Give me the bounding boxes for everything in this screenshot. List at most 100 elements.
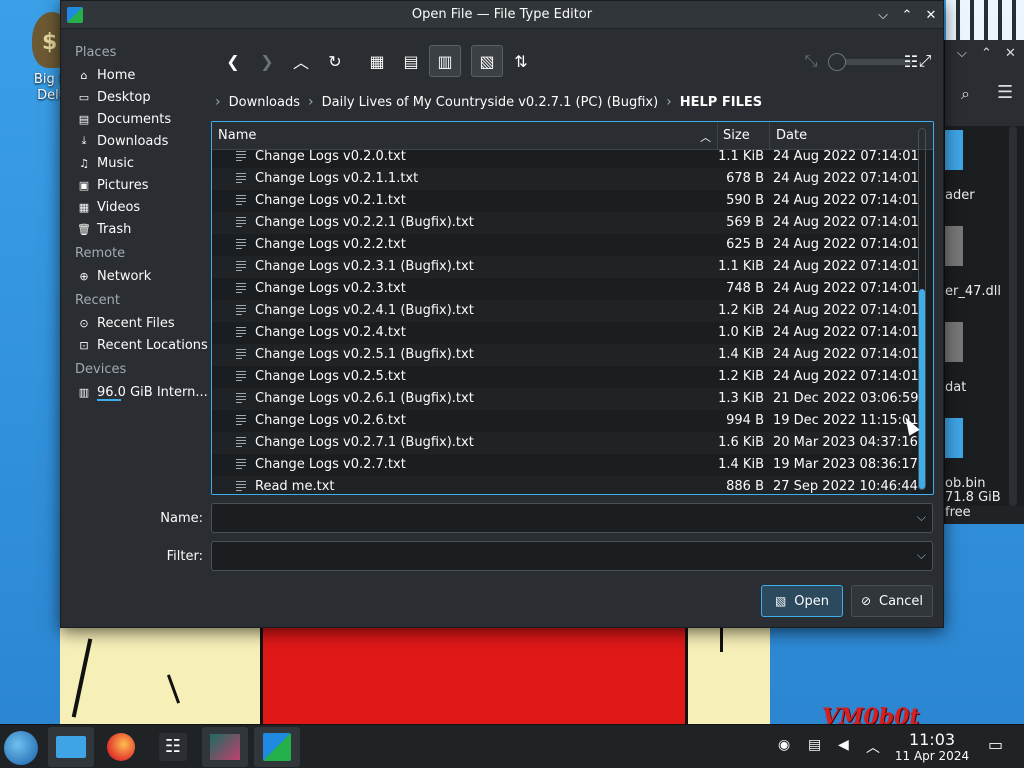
file-size: 590 B [726,193,764,208]
file-list[interactable]: Change Logs v0.2.0.txt 1.1 KiB 24 Aug 2022… [211,121,934,495]
show-desktop-icon[interactable]: ▭ [988,735,1003,754]
file-row[interactable]: Change Logs v0.2.6.txt 994 B 19 Dec 2022 1… [212,410,919,432]
file-row[interactable]: Change Logs v0.2.7.txt 1.4 KiB 19 Mar 2023… [212,454,918,476]
file-row[interactable]: Change Logs v0.2.1.1.txt 678 B 24 Aug 2022… [212,168,919,190]
file-label[interactable]: ob.bin [945,476,1005,491]
chevron-down-icon[interactable]: ⌵ [917,548,926,563]
text-file-icon [236,437,246,448]
preview-button[interactable]: ▧ [471,45,503,77]
file-row[interactable]: Change Logs v0.2.2.1 (Bugfix).txt 569 B 24… [212,212,919,234]
vertical-scrollbar[interactable] [918,128,926,490]
chevron-down-icon[interactable]: ⌵ [957,46,967,61]
zoom-out-button[interactable]: ⤡ [795,45,827,77]
network-status-icon[interactable]: ◉ [778,737,790,753]
file-row[interactable]: Change Logs v0.2.4.txt 1.0 KiB 24 Aug 2022… [212,322,919,344]
scrollbar-thumb[interactable] [919,289,925,489]
slider-handle[interactable] [828,53,846,71]
start-menu-button[interactable] [4,731,38,765]
cancel-button[interactable]: ⊘ Cancel [851,585,933,617]
options-button[interactable]: ☷ [895,45,927,77]
file-row[interactable]: Change Logs v0.2.1.txt 590 B 24 Aug 2022 0… [212,190,919,212]
detailed-view-button[interactable]: ▥ [429,45,461,77]
breadcrumb-item[interactable]: Downloads [229,95,300,110]
taskbar-system-settings[interactable]: ☷ [150,727,196,767]
file-label[interactable]: ader [945,188,1005,203]
file-label[interactable]: dat [945,380,1005,395]
place-96-0-gib-intern[interactable]: ▥ 96.0 GiB Intern... [61,381,211,403]
file-name: Change Logs v0.2.0.txt [255,149,406,164]
pictures-icon: ▣ [78,178,90,192]
taskbar-app[interactable] [202,727,248,767]
open-button[interactable]: ▧ Open [761,585,843,617]
place-videos[interactable]: ▦ Videos [61,196,211,218]
place-downloads[interactable]: ⤓ Downloads [61,130,211,152]
back-button[interactable]: ❮ [217,45,249,77]
file-name: Change Logs v0.2.1.txt [255,193,406,208]
clipboard-icon[interactable]: ▤ [808,737,821,753]
chevron-up-icon[interactable]: ︿ [866,737,880,757]
file-row[interactable]: Change Logs v0.2.3.1 (Bugfix).txt 1.1 KiB… [212,256,919,278]
file-row[interactable]: Change Logs v0.2.5.1 (Bugfix).txt 1.4 KiB… [212,344,919,366]
place-documents[interactable]: ▤ Documents [61,108,211,130]
file-label[interactable]: er_47.dll [945,284,1005,299]
sort-button[interactable]: ⇅ [505,45,537,77]
compact-view-button[interactable]: ▤ [395,45,427,77]
place-recent-locations[interactable]: ⊡ Recent Locations [61,334,211,356]
background-file-manager-window[interactable]: ⌵ ⌃ ✕ ⌕ ☰ ader er_47.dll dat ob.bin 71.8… [944,40,1024,524]
menu-icon[interactable]: ☰ [997,82,1013,103]
place-home[interactable]: ⌂ Home [61,64,211,86]
close-button[interactable]: ✕ [921,5,941,25]
column-header-size[interactable]: Size [723,128,750,143]
file-row[interactable]: Change Logs v0.2.4.1 (Bugfix).txt 1.2 KiB… [212,300,919,322]
file-row[interactable]: Change Logs v0.2.7.1 (Bugfix).txt 1.6 KiB… [212,432,918,454]
file-name: Change Logs v0.2.4.txt [255,325,406,340]
file-date: 24 Aug 2022 07:14:01 [773,259,919,274]
file-size: 1.1 KiB [718,149,764,164]
volume-muted-icon[interactable]: ◀ [838,737,849,753]
file-row[interactable]: Change Logs v0.2.2.txt 625 B 24 Aug 2022 0… [212,234,919,256]
file-size: 1.3 KiB [718,391,764,406]
taskbar-file-manager[interactable] [48,727,94,767]
breadcrumb-item[interactable]: Daily Lives of My Countryside v0.2.7.1 (… [322,95,659,110]
maximize-button[interactable]: ⌃ [897,5,917,25]
place-label: Documents [97,111,172,127]
filter-label: Filter: [166,549,203,564]
file-size: 748 B [726,281,764,296]
file-row[interactable]: Read me.txt 886 B 27 Sep 2022 10:46:44 [212,476,918,494]
sort-ascending-icon: ︿ [700,131,711,144]
clock[interactable]: 11:03 11 Apr 2024 [884,731,980,764]
cancel-icon: ⊘ [860,594,871,608]
breadcrumb-current[interactable]: HELP FILES [680,95,762,110]
place-network[interactable]: ⊕ Network [61,265,211,287]
scrollbar[interactable] [1009,126,1017,506]
place-label: Downloads [97,133,169,149]
home-icon: ⌂ [80,68,88,82]
icons-view-button[interactable]: ▦ [361,45,393,77]
file-date: 24 Aug 2022 07:14:01 [773,281,919,296]
forward-button[interactable]: ❯ [251,45,283,77]
chevron-up-icon[interactable]: ⌃ [981,46,992,61]
reload-button[interactable]: ↻ [319,45,351,77]
taskbar-firefox[interactable] [98,727,144,767]
place-pictures[interactable]: ▣ Pictures [61,174,211,196]
place-music[interactable]: ♫ Music [61,152,211,174]
column-header-date[interactable]: Date [776,128,807,143]
minimize-button[interactable]: ⌵ [873,5,893,25]
file-row[interactable]: Change Logs v0.2.5.txt 1.2 KiB 24 Aug 2022… [212,366,919,388]
taskbar-file-type-editor[interactable] [254,727,300,767]
search-icon[interactable]: ⌕ [961,84,970,104]
column-header-name[interactable]: Name [218,128,256,143]
place-recent-files[interactable]: ⊙ Recent Files [61,312,211,334]
place-trash[interactable]: 🗑 Trash [61,218,211,240]
place-desktop[interactable]: ▭ Desktop [61,86,211,108]
filter-field[interactable]: ⌵ [211,541,933,571]
file-row[interactable]: Change Logs v0.2.3.txt 748 B 24 Aug 2022 0… [212,278,919,300]
text-file-icon [236,393,246,404]
close-icon[interactable]: ✕ [1005,46,1016,61]
title-bar[interactable]: Open File — File Type Editor ⌵ ⌃ ✕ [61,1,943,29]
file-row[interactable]: Change Logs v0.2.6.1 (Bugfix).txt 1.3 KiB… [212,388,919,410]
parent-folder-button[interactable]: ︿ [285,45,317,77]
name-field[interactable]: ⌵ [211,503,933,533]
devices-header: Devices [75,362,127,377]
chevron-down-icon[interactable]: ⌵ [917,510,926,525]
